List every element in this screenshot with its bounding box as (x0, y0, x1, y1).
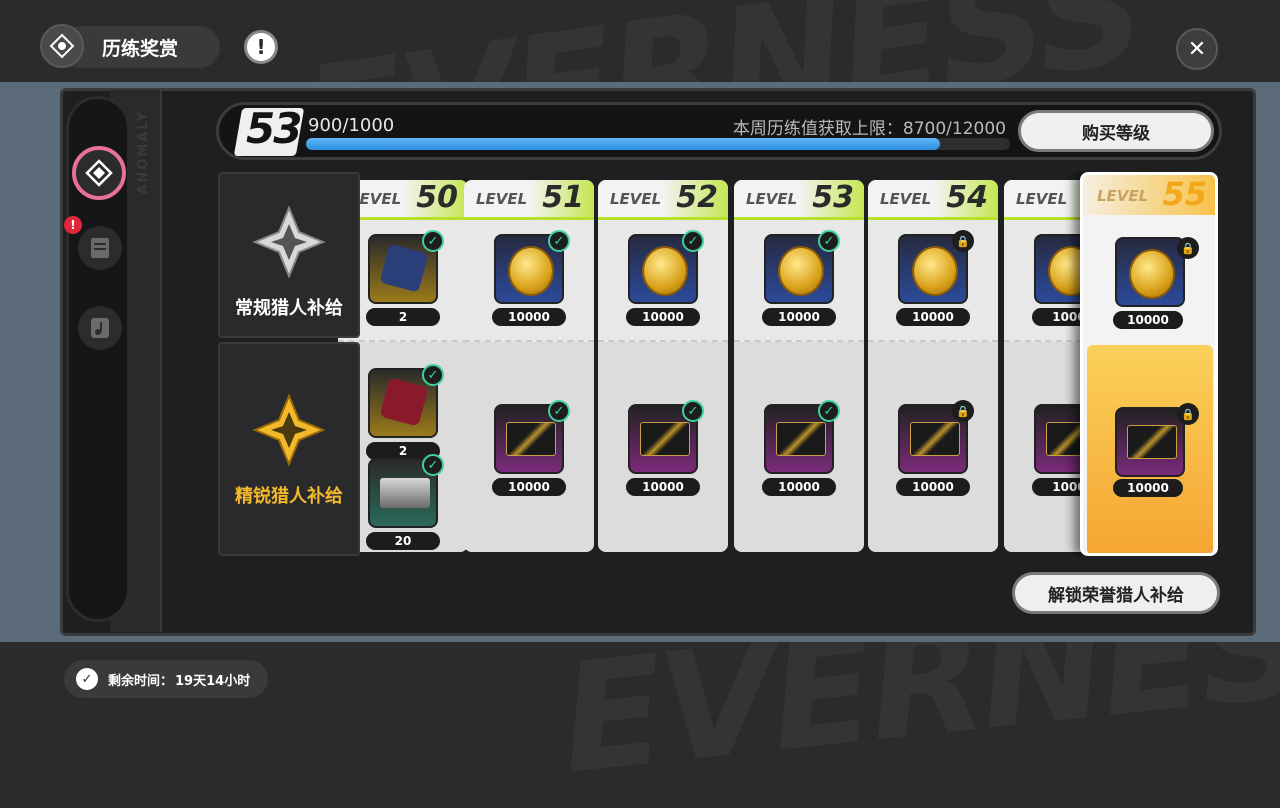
level-word: LEVEL (610, 190, 662, 208)
timer-value: 19天14小时 (175, 673, 251, 689)
level-word: LEVEL (476, 190, 528, 208)
claimed-check-icon: ✓ (422, 364, 444, 386)
reward-quantity: 10000 (1113, 311, 1183, 329)
alert-badge: ! (64, 216, 82, 234)
level-number: 52 (676, 180, 718, 215)
exclamation-icon: ! (256, 35, 266, 59)
tier-normal-label: 常规猎人补给 (235, 298, 343, 319)
level-header: LEVEL 54 (868, 180, 998, 220)
page-title: 历练奖赏 (102, 38, 179, 60)
row-divider (734, 340, 864, 342)
clock-icon: ✓ (76, 668, 98, 690)
level-word: LEVEL (1097, 187, 1149, 205)
row-divider (598, 340, 728, 342)
timer-label: 剩余时间： (108, 673, 174, 689)
claimed-check-icon: ✓ (818, 230, 840, 252)
featured-level-header: LEVEL 55 (1083, 175, 1215, 215)
reward-quantity: 10000 (492, 478, 566, 496)
close-icon: ✕ (1187, 36, 1207, 62)
level-word: LEVEL (880, 190, 932, 208)
reward-quantity: 10000 (492, 308, 566, 326)
sidebar-item-music[interactable] (78, 306, 122, 350)
reward-quantity: 10000 (762, 308, 836, 326)
reward-item-card[interactable] (1115, 407, 1185, 477)
level-column[interactable]: LEVEL 51 ✓ 10000 ✓ 10000 (464, 180, 594, 552)
tier-elite: 精锐猎人补给 (218, 342, 360, 556)
level-header: LEVEL 51 (464, 180, 594, 220)
reward-quantity: 10000 (762, 478, 836, 496)
level-number: 53 (812, 180, 854, 215)
claimed-check-icon: ✓ (682, 230, 704, 252)
level-word: LEVEL (1016, 190, 1068, 208)
top-bar: 历练奖赏 ! ✕ (0, 0, 1280, 82)
tier-elite-label: 精锐猎人补给 (235, 486, 343, 507)
vertical-deco-text: ANOMALY (136, 110, 151, 195)
pass-emblem-icon (40, 24, 84, 68)
lock-icon: 🔒 (952, 230, 974, 252)
reward-quantity: 10000 (626, 478, 700, 496)
buy-level-button[interactable]: 购买等级 (1018, 110, 1214, 152)
level-number: 51 (542, 180, 584, 215)
lock-icon: 🔒 (952, 400, 974, 422)
featured-level-number: 55 (1162, 175, 1207, 213)
silver-star-emblem-icon (252, 205, 326, 279)
info-button[interactable]: ! (244, 30, 278, 64)
claimed-check-icon: ✓ (422, 454, 444, 476)
unlock-elite-button[interactable]: 解锁荣誉猎人补给 (1012, 572, 1220, 614)
close-button[interactable]: ✕ (1176, 28, 1218, 70)
reward-item-coin[interactable] (1115, 237, 1185, 307)
remaining-time: ✓ 剩余时间： 19天14小时 (64, 660, 268, 698)
claimed-check-icon: ✓ (548, 400, 570, 422)
reward-quantity: 20 (366, 532, 440, 550)
lock-icon: 🔒 (1177, 403, 1199, 425)
reward-quantity: 2 (366, 308, 440, 326)
xp-progress-fill (306, 138, 940, 150)
level-number: 54 (946, 180, 988, 215)
reward-quantity: 10000 (896, 478, 970, 496)
level-word: LEVEL (746, 190, 798, 208)
level-header: LEVEL 52 (598, 180, 728, 220)
sidebar-item-tasks[interactable] (78, 226, 122, 270)
level-column[interactable]: LEVEL 54 🔒 10000 🔒 10000 (868, 180, 998, 552)
level-number: 50 (416, 180, 458, 215)
claimed-check-icon: ✓ (682, 400, 704, 422)
gold-star-emblem-icon (252, 393, 326, 467)
reward-quantity: 10000 (1113, 479, 1183, 497)
tier-normal: 常规猎人补给 (218, 172, 360, 338)
level-column[interactable]: LEVEL 53 ✓ 10000 ✓ 10000 (734, 180, 864, 552)
row-divider (868, 340, 998, 342)
row-divider (464, 340, 594, 342)
level-header: LEVEL 53 (734, 180, 864, 220)
lock-icon: 🔒 (1177, 237, 1199, 259)
current-level: 53 (246, 104, 302, 153)
claimed-check-icon: ✓ (422, 230, 444, 252)
reward-grid: LEVEL 50 ✓ 2 ✓ 2 ✓ 20 LEVEL 51 ✓ 10000 ✓ 10000 LEVEL 52… (218, 172, 1218, 556)
reward-quantity: 10000 (896, 308, 970, 326)
xp-progress-track (306, 138, 1010, 150)
xp-text: 900/1000 (308, 115, 395, 136)
music-note-icon (91, 318, 109, 338)
claimed-check-icon: ✓ (548, 230, 570, 252)
reward-quantity: 10000 (626, 308, 700, 326)
sidebar-item-pass[interactable] (72, 146, 126, 200)
level-column[interactable]: LEVEL 52 ✓ 10000 ✓ 10000 (598, 180, 728, 552)
weekly-limit-text: 本周历练值获取上限：8700/12000 (732, 119, 1006, 139)
pass-emblem-icon (85, 159, 113, 187)
featured-level-column[interactable]: LEVEL 55 🔒 10000 🔒 10000 (1080, 172, 1218, 556)
task-list-icon (91, 238, 109, 258)
claimed-check-icon: ✓ (818, 400, 840, 422)
